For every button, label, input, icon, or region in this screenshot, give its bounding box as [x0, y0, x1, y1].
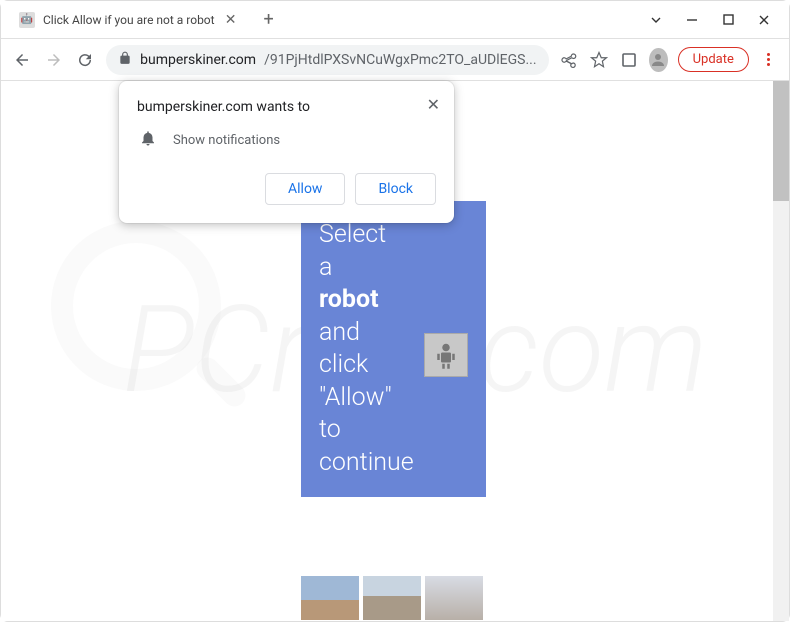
- browser-tab[interactable]: 🤖 Click Allow if you are not a robot ✕: [9, 6, 249, 34]
- back-button[interactable]: [11, 46, 33, 74]
- menu-icon[interactable]: [759, 47, 779, 73]
- permission-item-label: Show notifications: [173, 133, 280, 148]
- block-button[interactable]: Block: [355, 173, 436, 205]
- captcha-word: to: [319, 415, 341, 444]
- reload-button[interactable]: [74, 46, 96, 74]
- close-dialog-icon[interactable]: ✕: [427, 95, 440, 114]
- captcha-word: and: [319, 318, 360, 347]
- captcha-word: click: [319, 350, 368, 379]
- captcha-word-bold: robot: [319, 285, 379, 314]
- permission-buttons: Allow Block: [137, 173, 436, 205]
- url-domain: bumperskiner.com: [140, 52, 256, 68]
- tab-title: Click Allow if you are not a robot: [43, 13, 215, 27]
- tab-favicon: 🤖: [19, 12, 35, 28]
- notification-permission-dialog: ✕ bumperskiner.com wants to Show notific…: [119, 81, 454, 223]
- maximize-icon[interactable]: [721, 13, 735, 27]
- minimize-icon[interactable]: [685, 13, 699, 27]
- window-controls: [649, 13, 781, 27]
- address-bar[interactable]: bumperskiner.com/91PjHtdlPXSvNCuWgxPmc2T…: [106, 45, 548, 75]
- toolbar: bumperskiner.com/91PjHtdlPXSvNCuWgxPmc2T…: [1, 39, 789, 81]
- permission-site-label: bumperskiner.com wants to: [137, 99, 436, 115]
- chevron-down-icon[interactable]: [649, 13, 663, 27]
- captcha-image-grid: [301, 576, 483, 621]
- captcha-panel: Select a robot and click "Allow" to cont…: [301, 201, 486, 497]
- captcha-tile[interactable]: [301, 576, 359, 620]
- lock-icon: [118, 51, 132, 69]
- robot-example-thumb: [424, 333, 468, 377]
- titlebar: 🤖 Click Allow if you are not a robot ✕ +: [1, 1, 789, 39]
- share-icon[interactable]: [559, 47, 579, 73]
- captcha-word: "Allow": [319, 383, 392, 412]
- scrollbar-thumb[interactable]: [773, 81, 789, 201]
- bell-icon: [139, 129, 157, 151]
- close-window-icon[interactable]: [757, 13, 771, 27]
- captcha-word: a: [319, 253, 332, 282]
- profile-avatar[interactable]: [649, 48, 668, 72]
- bookmark-icon[interactable]: [589, 47, 609, 73]
- forward-button: [43, 46, 65, 74]
- captcha-word: Select: [319, 220, 386, 249]
- permission-item-row: Show notifications: [137, 129, 436, 151]
- vertical-scrollbar[interactable]: [773, 81, 789, 621]
- captcha-tile[interactable]: [363, 576, 421, 620]
- allow-button[interactable]: Allow: [265, 173, 345, 205]
- captcha-word: continue: [319, 448, 414, 477]
- extensions-icon[interactable]: [619, 47, 639, 73]
- captcha-tile[interactable]: [425, 576, 483, 620]
- close-tab-icon[interactable]: ✕: [223, 12, 239, 28]
- update-button[interactable]: Update: [678, 47, 749, 72]
- watermark-magnifier-handle: [192, 353, 250, 411]
- url-path: /91PjHtdlPXSvNCuWgxPmc2TO_aUDlEGS...: [264, 52, 536, 68]
- new-tab-button[interactable]: +: [255, 6, 283, 34]
